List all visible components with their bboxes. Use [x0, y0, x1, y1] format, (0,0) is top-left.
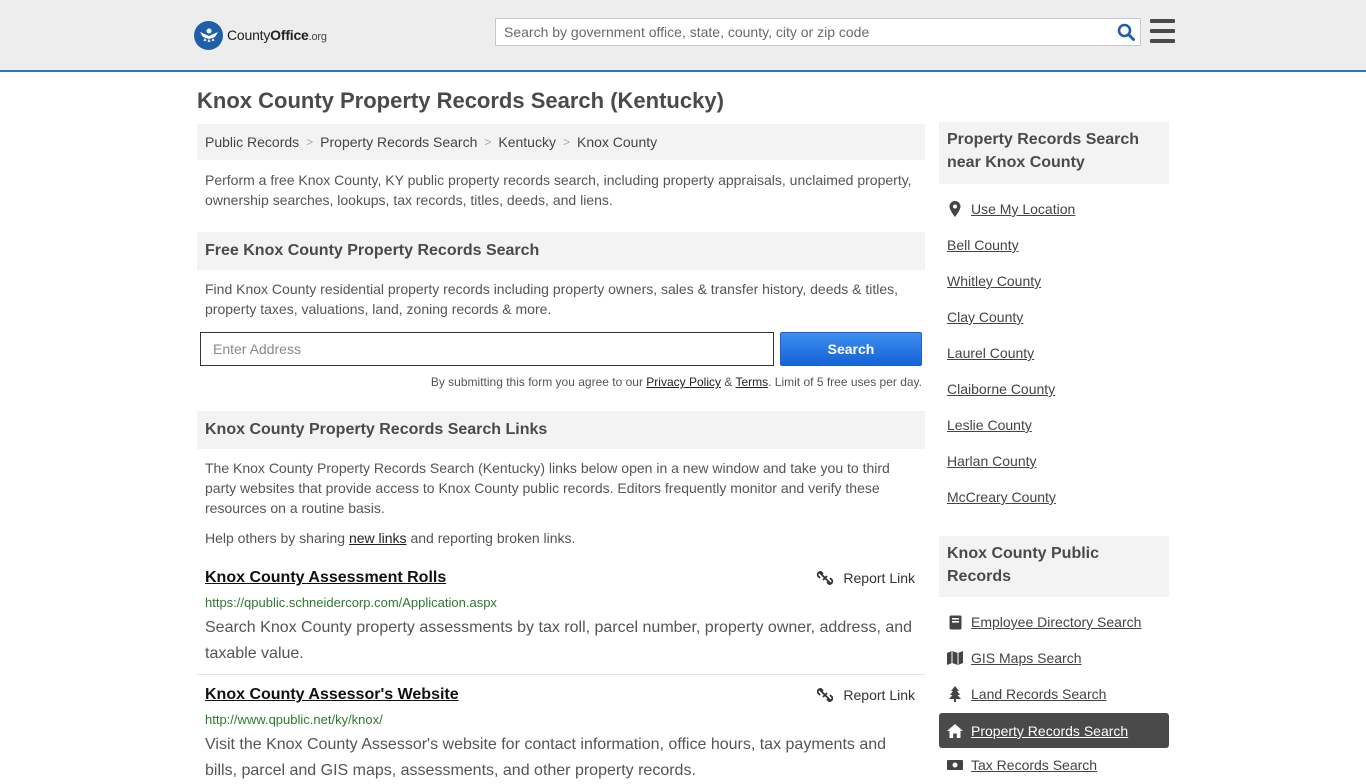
- report-link-button[interactable]: Report Link: [817, 570, 915, 586]
- free-search-heading: Free Knox County Property Records Search: [197, 232, 925, 270]
- intro-text: Perform a free Knox County, KY public pr…: [205, 172, 912, 208]
- logo-eagle-icon: [194, 20, 223, 50]
- sidebar-item-gis-maps[interactable]: GIS Maps Search: [947, 650, 1082, 666]
- nearby-county-link[interactable]: Clay County: [947, 309, 1023, 325]
- broken-link-icon: [817, 687, 834, 703]
- list-item: Knox County Assessor's Website Report Li…: [197, 686, 925, 779]
- resource-link-description: Search Knox County property assessments …: [205, 619, 913, 662]
- site-logo[interactable]: CountyOffice.org: [194, 20, 327, 50]
- page-title: Knox County Property Records Search (Ken…: [197, 88, 724, 113]
- resource-link-url[interactable]: http://www.qpublic.net/ky/knox/: [205, 712, 383, 727]
- privacy-policy-link[interactable]: Privacy Policy: [646, 375, 721, 389]
- nearby-county-link[interactable]: Claiborne County: [947, 381, 1055, 397]
- report-link-button[interactable]: Report Link: [817, 687, 915, 703]
- site-search-input[interactable]: [496, 19, 1112, 45]
- breadcrumb-separator-icon: >: [306, 135, 314, 149]
- breadcrumb-kentucky[interactable]: Kentucky: [498, 134, 556, 150]
- search-button[interactable]: Search: [780, 332, 922, 366]
- nearby-county-link[interactable]: Leslie County: [947, 417, 1032, 433]
- top-bar: CountyOffice.org: [0, 0, 1366, 72]
- resource-link-description: Visit the Knox County Assessor's website…: [205, 736, 887, 779]
- nearby-county-link[interactable]: Harlan County: [947, 453, 1037, 469]
- sidebar-item-tax-records[interactable]: Tax Records Search: [947, 757, 1097, 773]
- resource-link-title[interactable]: Knox County Assessor's Website: [205, 686, 459, 704]
- breadcrumb-separator-icon: >: [562, 135, 570, 149]
- breadcrumb: Public Records > Property Records Search…: [197, 124, 925, 160]
- terms-link[interactable]: Terms: [735, 375, 768, 389]
- nearby-county-link[interactable]: McCreary County: [947, 489, 1056, 505]
- map-icon: [947, 651, 963, 665]
- nearby-county-link[interactable]: Bell County: [947, 237, 1019, 253]
- map-marker-icon: [947, 201, 963, 217]
- breadcrumb-knox-county[interactable]: Knox County: [577, 134, 657, 150]
- search-icon[interactable]: [1112, 19, 1140, 45]
- book-icon: [947, 615, 963, 630]
- nearby-heading: Property Records Search near Knox County: [939, 122, 1169, 184]
- sidebar-item-employee-directory[interactable]: Employee Directory Search: [947, 614, 1141, 630]
- breadcrumb-separator-icon: >: [484, 135, 492, 149]
- use-my-location-link[interactable]: Use My Location: [947, 201, 1075, 217]
- list-item: Knox County Assessment Rolls Report Link…: [197, 569, 925, 675]
- sidebar-item-land-records[interactable]: Land Records Search: [947, 686, 1106, 702]
- site-search: [495, 18, 1141, 46]
- nearby-county-link[interactable]: Laurel County: [947, 345, 1034, 361]
- tree-icon: [947, 686, 963, 702]
- resource-link-url[interactable]: https://qpublic.schneidercorp.com/Applic…: [205, 595, 497, 610]
- address-input[interactable]: [200, 332, 774, 366]
- sidebar-item-property-records[interactable]: Property Records Search: [939, 713, 1169, 748]
- broken-link-icon: [817, 570, 834, 586]
- nearby-county-link[interactable]: Whitley County: [947, 273, 1041, 289]
- hamburger-menu-icon[interactable]: [1150, 19, 1175, 43]
- terms-notice: By submitting this form you agree to our…: [430, 375, 922, 389]
- breadcrumb-public-records[interactable]: Public Records: [205, 134, 299, 150]
- money-icon: [947, 759, 963, 771]
- new-links-link[interactable]: new links: [349, 530, 407, 546]
- public-records-heading: Knox County Public Records: [939, 536, 1169, 597]
- links-heading: Knox County Property Records Search Link…: [197, 411, 925, 449]
- logo-text: CountyOffice.org: [227, 27, 327, 43]
- resource-link-title[interactable]: Knox County Assessment Rolls: [205, 569, 446, 587]
- help-text: Help others by sharing new links and rep…: [205, 530, 576, 546]
- breadcrumb-property-records-search[interactable]: Property Records Search: [320, 134, 477, 150]
- free-search-description: Find Knox County residential property re…: [205, 281, 899, 317]
- links-description: The Knox County Property Records Search …: [205, 460, 890, 516]
- home-icon: [947, 723, 963, 738]
